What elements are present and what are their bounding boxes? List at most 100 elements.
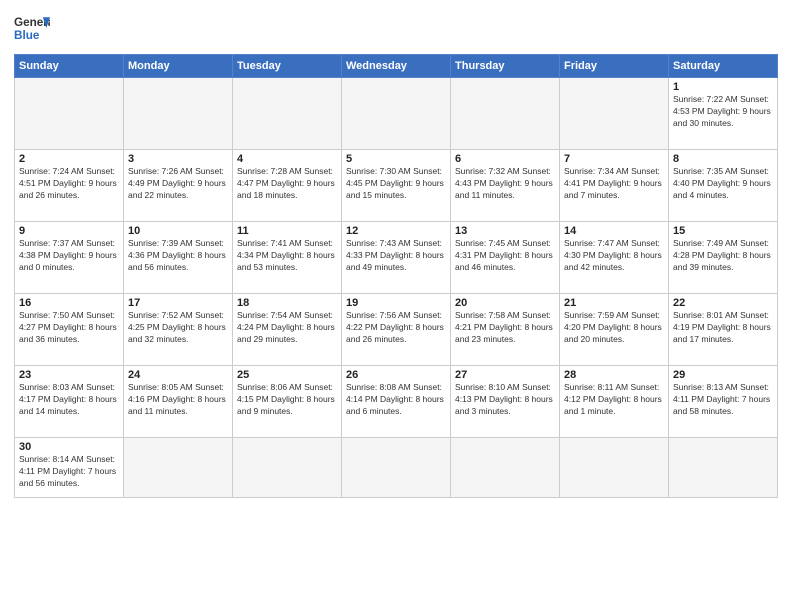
- calendar-week-1: 1Sunrise: 7:22 AM Sunset: 4:53 PM Daylig…: [15, 78, 778, 150]
- day-info: Sunrise: 7:22 AM Sunset: 4:53 PM Dayligh…: [673, 94, 773, 130]
- calendar-week-6: 30Sunrise: 8:14 AM Sunset: 4:11 PM Dayli…: [15, 438, 778, 498]
- day-number: 4: [237, 153, 337, 165]
- calendar-day: 13Sunrise: 7:45 AM Sunset: 4:31 PM Dayli…: [451, 222, 560, 294]
- day-number: 22: [673, 297, 773, 309]
- day-number: 3: [128, 153, 228, 165]
- calendar-day: [233, 78, 342, 150]
- calendar-day: 28Sunrise: 8:11 AM Sunset: 4:12 PM Dayli…: [560, 366, 669, 438]
- day-number: 5: [346, 153, 446, 165]
- calendar-day: 12Sunrise: 7:43 AM Sunset: 4:33 PM Dayli…: [342, 222, 451, 294]
- day-number: 24: [128, 369, 228, 381]
- calendar-week-3: 9Sunrise: 7:37 AM Sunset: 4:38 PM Daylig…: [15, 222, 778, 294]
- calendar-day: [451, 78, 560, 150]
- day-info: Sunrise: 7:49 AM Sunset: 4:28 PM Dayligh…: [673, 238, 773, 274]
- calendar-day: 29Sunrise: 8:13 AM Sunset: 4:11 PM Dayli…: [669, 366, 778, 438]
- logo-icon: General Blue: [14, 10, 50, 46]
- day-number: 26: [346, 369, 446, 381]
- calendar-day: 3Sunrise: 7:26 AM Sunset: 4:49 PM Daylig…: [124, 150, 233, 222]
- calendar-day: 6Sunrise: 7:32 AM Sunset: 4:43 PM Daylig…: [451, 150, 560, 222]
- day-info: Sunrise: 8:13 AM Sunset: 4:11 PM Dayligh…: [673, 382, 773, 418]
- day-number: 2: [19, 153, 119, 165]
- day-info: Sunrise: 7:43 AM Sunset: 4:33 PM Dayligh…: [346, 238, 446, 274]
- day-info: Sunrise: 7:24 AM Sunset: 4:51 PM Dayligh…: [19, 166, 119, 202]
- day-info: Sunrise: 7:41 AM Sunset: 4:34 PM Dayligh…: [237, 238, 337, 274]
- calendar-day: 21Sunrise: 7:59 AM Sunset: 4:20 PM Dayli…: [560, 294, 669, 366]
- day-number: 25: [237, 369, 337, 381]
- calendar-day: 17Sunrise: 7:52 AM Sunset: 4:25 PM Dayli…: [124, 294, 233, 366]
- calendar-day: 2Sunrise: 7:24 AM Sunset: 4:51 PM Daylig…: [15, 150, 124, 222]
- calendar-day: 25Sunrise: 8:06 AM Sunset: 4:15 PM Dayli…: [233, 366, 342, 438]
- day-number: 19: [346, 297, 446, 309]
- calendar-week-4: 16Sunrise: 7:50 AM Sunset: 4:27 PM Dayli…: [15, 294, 778, 366]
- calendar-day: [560, 438, 669, 498]
- day-info: Sunrise: 7:56 AM Sunset: 4:22 PM Dayligh…: [346, 310, 446, 346]
- day-number: 17: [128, 297, 228, 309]
- calendar-day: 22Sunrise: 8:01 AM Sunset: 4:19 PM Dayli…: [669, 294, 778, 366]
- day-info: Sunrise: 8:10 AM Sunset: 4:13 PM Dayligh…: [455, 382, 555, 418]
- calendar-day: 19Sunrise: 7:56 AM Sunset: 4:22 PM Dayli…: [342, 294, 451, 366]
- calendar-day: [342, 78, 451, 150]
- calendar-day: 27Sunrise: 8:10 AM Sunset: 4:13 PM Dayli…: [451, 366, 560, 438]
- calendar-day: 24Sunrise: 8:05 AM Sunset: 4:16 PM Dayli…: [124, 366, 233, 438]
- calendar-day: [124, 78, 233, 150]
- weekday-header-thursday: Thursday: [451, 55, 560, 78]
- calendar-week-2: 2Sunrise: 7:24 AM Sunset: 4:51 PM Daylig…: [15, 150, 778, 222]
- day-number: 30: [19, 441, 119, 453]
- calendar-day: 20Sunrise: 7:58 AM Sunset: 4:21 PM Dayli…: [451, 294, 560, 366]
- day-number: 21: [564, 297, 664, 309]
- calendar-day: [233, 438, 342, 498]
- day-info: Sunrise: 8:08 AM Sunset: 4:14 PM Dayligh…: [346, 382, 446, 418]
- weekday-header-tuesday: Tuesday: [233, 55, 342, 78]
- day-info: Sunrise: 7:30 AM Sunset: 4:45 PM Dayligh…: [346, 166, 446, 202]
- weekday-header-friday: Friday: [560, 55, 669, 78]
- calendar-day: [124, 438, 233, 498]
- calendar-day: 8Sunrise: 7:35 AM Sunset: 4:40 PM Daylig…: [669, 150, 778, 222]
- day-info: Sunrise: 8:01 AM Sunset: 4:19 PM Dayligh…: [673, 310, 773, 346]
- calendar-day: 30Sunrise: 8:14 AM Sunset: 4:11 PM Dayli…: [15, 438, 124, 498]
- logo: General Blue: [14, 10, 50, 46]
- calendar-day: 18Sunrise: 7:54 AM Sunset: 4:24 PM Dayli…: [233, 294, 342, 366]
- calendar-day: 11Sunrise: 7:41 AM Sunset: 4:34 PM Dayli…: [233, 222, 342, 294]
- day-info: Sunrise: 7:34 AM Sunset: 4:41 PM Dayligh…: [564, 166, 664, 202]
- day-info: Sunrise: 7:59 AM Sunset: 4:20 PM Dayligh…: [564, 310, 664, 346]
- day-info: Sunrise: 8:11 AM Sunset: 4:12 PM Dayligh…: [564, 382, 664, 418]
- day-number: 20: [455, 297, 555, 309]
- day-number: 27: [455, 369, 555, 381]
- day-number: 7: [564, 153, 664, 165]
- day-number: 29: [673, 369, 773, 381]
- day-number: 15: [673, 225, 773, 237]
- day-number: 1: [673, 81, 773, 93]
- day-info: Sunrise: 8:03 AM Sunset: 4:17 PM Dayligh…: [19, 382, 119, 418]
- day-number: 6: [455, 153, 555, 165]
- calendar-day: [451, 438, 560, 498]
- calendar-day: [15, 78, 124, 150]
- day-info: Sunrise: 7:39 AM Sunset: 4:36 PM Dayligh…: [128, 238, 228, 274]
- day-info: Sunrise: 7:26 AM Sunset: 4:49 PM Dayligh…: [128, 166, 228, 202]
- calendar-week-5: 23Sunrise: 8:03 AM Sunset: 4:17 PM Dayli…: [15, 366, 778, 438]
- weekday-header-saturday: Saturday: [669, 55, 778, 78]
- calendar-day: 5Sunrise: 7:30 AM Sunset: 4:45 PM Daylig…: [342, 150, 451, 222]
- day-number: 12: [346, 225, 446, 237]
- day-number: 18: [237, 297, 337, 309]
- weekday-header-monday: Monday: [124, 55, 233, 78]
- day-number: 13: [455, 225, 555, 237]
- day-info: Sunrise: 7:50 AM Sunset: 4:27 PM Dayligh…: [19, 310, 119, 346]
- day-number: 14: [564, 225, 664, 237]
- calendar-table: SundayMondayTuesdayWednesdayThursdayFrid…: [14, 54, 778, 498]
- day-info: Sunrise: 7:47 AM Sunset: 4:30 PM Dayligh…: [564, 238, 664, 274]
- day-number: 10: [128, 225, 228, 237]
- weekday-header-sunday: Sunday: [15, 55, 124, 78]
- day-number: 8: [673, 153, 773, 165]
- day-info: Sunrise: 7:54 AM Sunset: 4:24 PM Dayligh…: [237, 310, 337, 346]
- day-info: Sunrise: 8:06 AM Sunset: 4:15 PM Dayligh…: [237, 382, 337, 418]
- svg-text:Blue: Blue: [14, 29, 40, 42]
- calendar-day: 23Sunrise: 8:03 AM Sunset: 4:17 PM Dayli…: [15, 366, 124, 438]
- day-info: Sunrise: 7:35 AM Sunset: 4:40 PM Dayligh…: [673, 166, 773, 202]
- day-info: Sunrise: 7:32 AM Sunset: 4:43 PM Dayligh…: [455, 166, 555, 202]
- calendar-day: 16Sunrise: 7:50 AM Sunset: 4:27 PM Dayli…: [15, 294, 124, 366]
- calendar-day: 15Sunrise: 7:49 AM Sunset: 4:28 PM Dayli…: [669, 222, 778, 294]
- calendar-day: 9Sunrise: 7:37 AM Sunset: 4:38 PM Daylig…: [15, 222, 124, 294]
- weekday-header-wednesday: Wednesday: [342, 55, 451, 78]
- calendar-day: [669, 438, 778, 498]
- weekday-header-row: SundayMondayTuesdayWednesdayThursdayFrid…: [15, 55, 778, 78]
